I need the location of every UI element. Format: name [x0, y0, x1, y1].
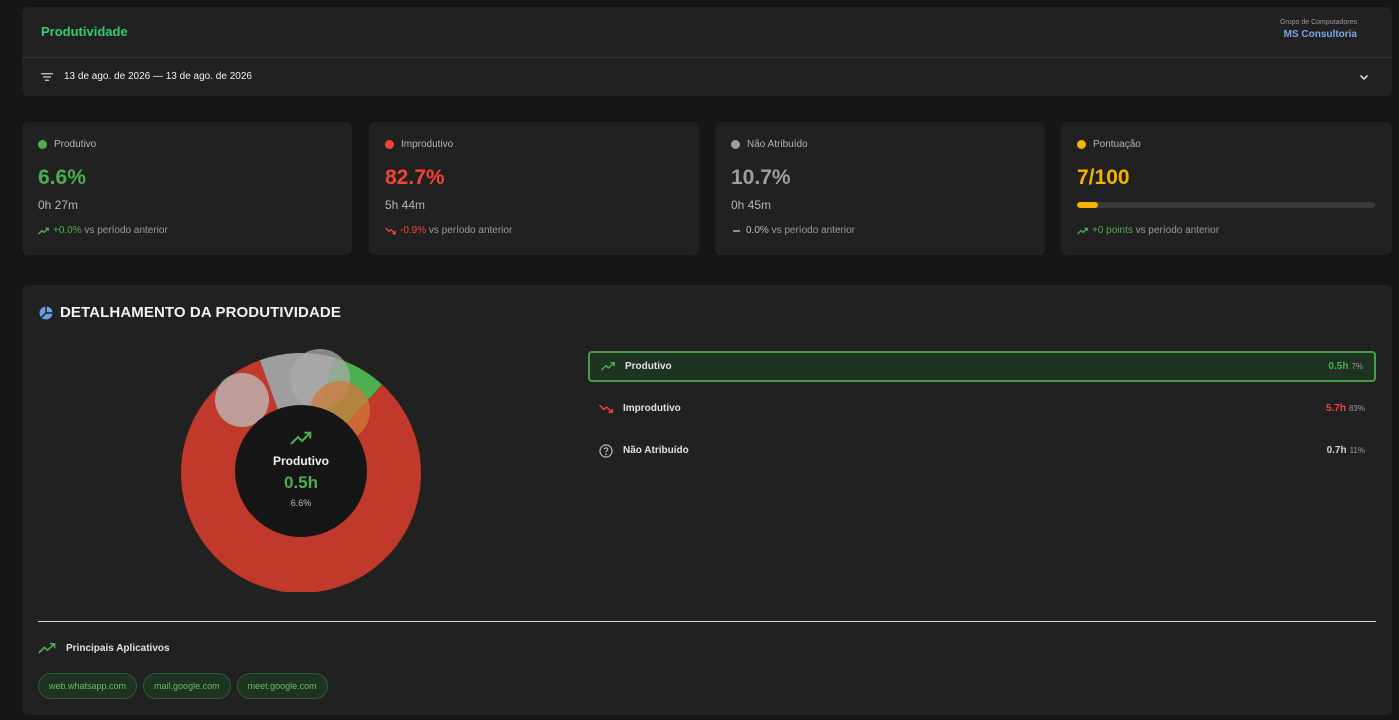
stat-value: 82.7% — [385, 166, 445, 189]
stat-delta: -0.9% — [400, 225, 427, 236]
status-dot — [731, 140, 740, 149]
stat-card-score: Pontuação 7/100 +0 points vs período ant… — [1061, 122, 1392, 255]
productivity-breakdown-panel: DETALHAMENTO DA PRODUTIVIDADE Produtivo … — [22, 285, 1392, 715]
score-progress-fill — [1077, 202, 1098, 208]
status-dot — [385, 140, 394, 149]
stat-value: 10.7% — [731, 166, 791, 189]
donut-center-label: Produtivo — [273, 454, 329, 468]
stat-delta: +0 points — [1092, 225, 1133, 236]
trending-up-icon — [38, 227, 49, 234]
trending-flat-icon — [733, 229, 740, 232]
computer-group-value[interactable]: MS Consultoria — [1280, 29, 1357, 40]
stat-card-unassigned: Não Atribuído 10.7% 0h 45m 0.0% vs perío… — [715, 122, 1045, 255]
legend-item-unassigned[interactable]: Não Atribuído 0.7h 11% — [588, 435, 1376, 466]
legend-label: Não Atribuído — [623, 445, 689, 456]
breakdown-title: DETALHAMENTO DA PRODUTIVIDADE — [60, 304, 341, 321]
stat-trend: +0.0% vs período anterior — [38, 225, 168, 236]
legend-hours: 0.7h — [1326, 445, 1347, 456]
legend-item-unproductive[interactable]: Improdutivo 5.7h 83% — [588, 393, 1376, 424]
trending-up-icon — [1077, 227, 1088, 234]
stat-duration: 0h 27m — [38, 198, 79, 212]
legend-percent: 11% — [1349, 446, 1365, 455]
donut-center-percent: 6.6% — [290, 498, 312, 508]
trending-up-icon — [601, 362, 615, 371]
donut-center-value: 0.5h — [283, 473, 319, 492]
app-chip[interactable]: web.whatsapp.com — [38, 673, 138, 699]
trending-down-icon — [599, 404, 613, 413]
stat-delta-suffix: vs período anterior — [771, 225, 855, 236]
stat-trend: +0 points vs período anterior — [1077, 225, 1219, 236]
header-panel: Produtividade Grupo de Computadores MS C… — [22, 7, 1392, 96]
status-dot — [38, 140, 47, 149]
computer-group[interactable]: Grupo de Computadores MS Consultoria — [1280, 19, 1357, 40]
breakdown-heading: DETALHAMENTO DA PRODUTIVIDADE — [39, 304, 341, 321]
legend-percent: 83% — [1348, 404, 1365, 413]
stat-delta-suffix: vs período anterior — [428, 225, 513, 236]
top-apps-heading: Principais Aplicativos — [38, 643, 170, 654]
date-range: 13 de ago. de 2026 — 13 de ago. de 2026 — [64, 71, 252, 82]
trending-up-icon — [38, 643, 56, 654]
stat-card-productive: Produtivo 6.6% 0h 27m +0.0% vs período a… — [22, 122, 352, 255]
legend-label: Improdutivo — [623, 403, 681, 414]
app-chip[interactable]: meet.google.com — [236, 673, 328, 699]
stat-delta: 0.0% — [746, 225, 769, 236]
legend-hours: 0.5h — [1328, 361, 1349, 372]
chevron-down-icon[interactable] — [1358, 71, 1370, 83]
legend-percent: 7% — [1351, 362, 1363, 371]
breakdown-legend: Produtivo 0.5h 7% Improdutivo 5.7h 83% N… — [588, 351, 1376, 477]
computer-group-label: Grupo de Computadores — [1279, 19, 1357, 26]
score-progress-bar — [1077, 202, 1375, 208]
stat-trend: 0.0% vs período anterior — [731, 225, 855, 236]
page-title: Produtividade — [41, 24, 128, 39]
app-chip[interactable]: mail.google.com — [143, 673, 231, 699]
legend-label: Produtivo — [625, 361, 672, 372]
pie-chart-icon — [39, 306, 53, 319]
stat-label: Produtivo — [54, 139, 97, 150]
help-circle-icon — [599, 443, 613, 458]
stat-value: 6.6% — [38, 166, 86, 189]
stat-delta-suffix: vs período anterior — [84, 225, 168, 236]
stat-value: 7/100 — [1077, 166, 1130, 189]
trending-up-icon — [290, 431, 312, 445]
stat-label: Pontuação — [1093, 139, 1141, 150]
legend-hours: 5.7h — [1325, 403, 1346, 414]
stat-label: Improdutivo — [401, 139, 454, 150]
stat-card-unproductive: Improdutivo 82.7% 5h 44m -0.9% vs períod… — [369, 122, 699, 255]
stat-duration: 0h 45m — [731, 198, 772, 212]
stat-delta: +0.0% — [53, 225, 82, 236]
stat-duration: 5h 44m — [385, 198, 426, 212]
stat-label: Não Atribuído — [747, 139, 808, 150]
trending-down-icon — [385, 227, 396, 234]
filter-icon — [41, 73, 53, 81]
top-apps-list: web.whatsapp.com mail.google.com meet.go… — [38, 673, 334, 699]
section-divider — [38, 621, 1376, 622]
stat-trend: -0.9% vs período anterior — [385, 225, 512, 236]
donut-center: Produtivo 0.5h 6.6% — [235, 405, 367, 537]
stat-delta-suffix: vs período anterior — [1135, 225, 1220, 236]
date-filter[interactable]: 13 de ago. de 2026 — 13 de ago. de 2026 — [22, 58, 1392, 95]
top-apps-title: Principais Aplicativos — [66, 643, 170, 654]
status-dot — [1077, 140, 1086, 149]
legend-item-productive[interactable]: Produtivo 0.5h 7% — [588, 351, 1376, 382]
